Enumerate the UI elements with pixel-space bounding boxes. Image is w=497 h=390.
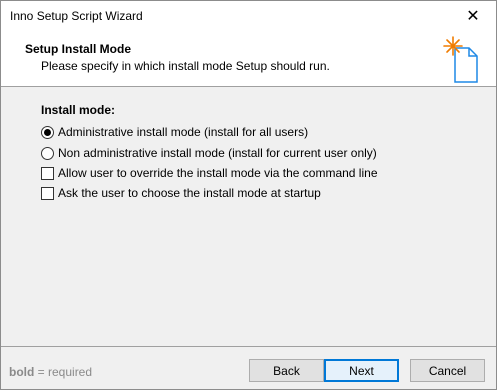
next-button[interactable]: Next	[324, 359, 399, 382]
checkbox-unchecked-icon[interactable]	[41, 166, 54, 180]
required-legend-text: = required	[34, 365, 93, 379]
header-panel: Setup Install Mode Please specify in whi…	[1, 31, 496, 87]
page-title: Setup Install Mode	[25, 42, 132, 56]
close-button[interactable]: ✕	[450, 1, 496, 31]
option-label: Ask the user to choose the install mode …	[58, 186, 321, 200]
radio-checked-icon[interactable]	[41, 125, 54, 139]
footer-separator	[1, 346, 496, 347]
window-title: Inno Setup Script Wizard	[10, 9, 143, 23]
option-label: Non administrative install mode (install…	[58, 146, 377, 160]
non-admin-install-mode-radio[interactable]: Non administrative install mode (install…	[41, 145, 377, 161]
option-label: Allow user to override the install mode …	[58, 166, 378, 180]
page-subtitle: Please specify in which install mode Set…	[41, 59, 330, 73]
option-label: Administrative install mode (install for…	[58, 125, 309, 139]
close-icon: ✕	[466, 8, 480, 25]
checkbox-unchecked-icon[interactable]	[41, 186, 54, 200]
setup-wizard-document-icon	[443, 36, 478, 83]
radio-unchecked-icon[interactable]	[41, 146, 54, 160]
wizard-window: Inno Setup Script Wizard ✕ Setup Install…	[0, 0, 497, 390]
required-legend: bold = required	[9, 365, 92, 379]
required-legend-bold: bold	[9, 365, 35, 379]
install-mode-label: Install mode:	[41, 103, 116, 117]
admin-install-mode-radio[interactable]: Administrative install mode (install for…	[41, 124, 308, 140]
title-bar: Inno Setup Script Wizard ✕	[1, 1, 496, 31]
ask-at-startup-checkbox[interactable]: Ask the user to choose the install mode …	[41, 185, 321, 201]
cancel-button[interactable]: Cancel	[410, 359, 485, 382]
back-button[interactable]: Back	[249, 359, 324, 382]
allow-override-checkbox[interactable]: Allow user to override the install mode …	[41, 165, 378, 181]
